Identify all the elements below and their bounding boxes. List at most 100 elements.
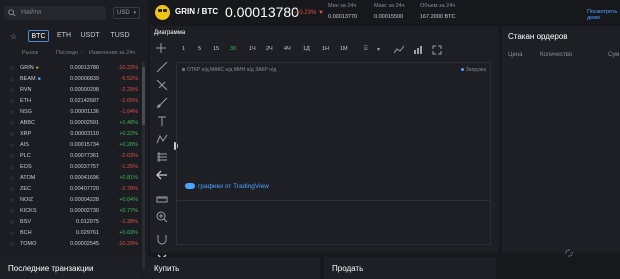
market-row[interactable]: ☆ ABBC 0.00002591 +1.48%: [0, 118, 140, 129]
order-book-panel: Стакан ордеров Цена Количество Сум: [502, 26, 620, 257]
market-symbol: KICKS: [20, 208, 37, 214]
stat-volume-label: Объем за 24ч: [420, 3, 456, 9]
favorites-star-icon[interactable]: ☆: [10, 32, 20, 41]
market-symbol: RVN: [20, 87, 32, 93]
favorite-star-icon[interactable]: ☆: [9, 120, 14, 127]
timeframe-6[interactable]: 4Ч: [284, 46, 291, 52]
market-row[interactable]: ☆ EOS 0.00037757 -1.25%: [0, 162, 140, 173]
view-demo-link[interactable]: Посмотреть демо: [587, 9, 620, 21]
favorite-star-icon[interactable]: ☆: [9, 142, 14, 149]
search-box[interactable]: Найти: [4, 6, 106, 20]
series-visibility-icon[interactable]: [182, 68, 185, 71]
tab-btc[interactable]: BTC: [28, 30, 49, 42]
timeframe-9[interactable]: 1М: [340, 46, 348, 52]
fullscreen-icon[interactable]: [432, 45, 442, 55]
favorite-star-icon[interactable]: ☆: [9, 65, 14, 72]
market-symbol: ABBC: [20, 120, 35, 126]
market-scrollbar[interactable]: [142, 62, 145, 269]
timeframe-2[interactable]: 15: [213, 46, 219, 52]
zoom-in-icon[interactable]: [156, 211, 168, 223]
market-row[interactable]: ☆ NSG 0.00001136 -1.04%: [0, 107, 140, 118]
trend-line-icon[interactable]: [156, 61, 168, 73]
market-row[interactable]: ☆ PLC 0.00077361 -2.03%: [0, 151, 140, 162]
favorite-star-icon[interactable]: ☆: [9, 175, 14, 182]
market-row[interactable]: ☆ BEAM ■ 0.00006839 -5.52%: [0, 74, 140, 85]
market-row[interactable]: ☆ NOIZ 0.00004228 +0.04%: [0, 195, 140, 206]
market-row[interactable]: ☆ ZEC 0.00407720 -2.78%: [0, 184, 140, 195]
timeframe-3[interactable]: 30: [230, 46, 236, 52]
favorite-star-icon[interactable]: ☆: [9, 153, 14, 160]
markets-panel: Найти USD ▾ ☆ BTC ETH USDT TUSD Рынок По…: [0, 0, 148, 279]
crosshair-icon[interactable]: [156, 43, 166, 53]
market-symbol: ETH: [20, 98, 31, 104]
market-change: +0.77%: [119, 208, 138, 214]
stat-high-value: 0.00015500: [374, 14, 404, 20]
favorite-star-icon[interactable]: ☆: [9, 131, 14, 138]
chart-plot-area[interactable]: ОТКР н/д МАКС н/д МИН н/д ЗАКР н/д Загру…: [176, 62, 491, 245]
favorite-star-icon[interactable]: ☆: [9, 241, 14, 248]
tab-usdt[interactable]: USDT: [80, 30, 100, 42]
market-row[interactable]: ☆ RVN 0.00000298 -2.29%: [0, 85, 140, 96]
market-row[interactable]: ☆ TOMO 0.00002545 -10.29%: [0, 239, 140, 250]
favorite-star-icon[interactable]: ☆: [9, 208, 14, 215]
market-symbol: TOMO: [20, 241, 37, 247]
market-row[interactable]: ☆ BSV 0.012975 -1.38%: [0, 217, 140, 228]
favorite-star-icon[interactable]: ☆: [9, 76, 14, 83]
favorite-star-icon[interactable]: ☆: [9, 197, 14, 204]
chart-settings-icon[interactable]: [413, 45, 423, 55]
brush-icon[interactable]: [156, 97, 168, 109]
timeframe-0[interactable]: 1: [182, 46, 185, 52]
market-change: -1.25%: [120, 164, 138, 170]
market-price: 0.00015734: [69, 142, 99, 148]
back-arrow-icon[interactable]: [156, 169, 168, 181]
text-tool-icon[interactable]: [156, 115, 168, 127]
loading-dot-icon: [460, 68, 464, 71]
loading-text: Загрузка: [465, 67, 486, 73]
timeframe-8[interactable]: 1Н: [322, 46, 329, 52]
timeframe-4[interactable]: 1Ч: [249, 46, 256, 52]
favorite-star-icon[interactable]: ☆: [9, 109, 14, 116]
new-badge-icon: ■: [37, 76, 41, 82]
favorite-star-icon[interactable]: ☆: [9, 219, 14, 226]
tab-eth[interactable]: ETH: [56, 30, 72, 42]
market-change: -2.29%: [120, 87, 138, 93]
sell-title: Продать: [332, 264, 364, 273]
candles-type-icon[interactable]: ⌸: [364, 46, 374, 56]
tradingview-link[interactable]: графики от TradingView: [185, 183, 269, 190]
timeframe-7[interactable]: 1Д: [303, 46, 310, 52]
header-change[interactable]: Изменения за 24ч: [89, 50, 135, 56]
tab-tusd[interactable]: TUSD: [110, 30, 130, 42]
timeframe-5[interactable]: 2Ч: [266, 46, 273, 52]
toggle-radio-icon[interactable]: ◌: [80, 50, 83, 56]
stat-low-label: Мин за 24ч: [328, 3, 357, 9]
market-row[interactable]: ☆ ETH 0.02142687 -1.09%: [0, 96, 140, 107]
ticker-header: GRIN / BTC 0.00013780 -10.23% ▼ Мин за 2…: [148, 0, 620, 25]
fib-tool-icon[interactable]: [156, 79, 168, 91]
down-arrow-icon: ▼: [318, 10, 324, 16]
favorite-star-icon[interactable]: ☆: [9, 98, 14, 105]
market-row[interactable]: ☆ ATOM 0.00041696 +0.81%: [0, 173, 140, 184]
favorite-star-icon[interactable]: ☆: [9, 230, 14, 237]
market-row[interactable]: ☆ AIS 0.00015734 +0.28%: [0, 140, 140, 151]
market-row[interactable]: ☆ GRIN ● 0.00013780 -10.23%: [0, 63, 140, 74]
header-last-price[interactable]: Последн: [56, 50, 78, 56]
measure-tool-icon[interactable]: [156, 151, 168, 163]
scrollbar-thumb[interactable]: [142, 67, 145, 125]
favorite-star-icon[interactable]: ☆: [9, 164, 14, 171]
market-row[interactable]: ☆ BCH 0.029761 +0.69%: [0, 228, 140, 239]
header-market[interactable]: Рынок: [22, 50, 38, 56]
magnet-icon[interactable]: [156, 233, 168, 245]
pattern-tool-icon[interactable]: [156, 133, 168, 145]
chart-panel: Диаграмма 1 5 15 30 1Ч 2Ч 4Ч 1Д 1Н 1М ⌸ ▾ ОТКР н/…: [150, 26, 499, 260]
pane-divider[interactable]: [177, 200, 490, 201]
indicators-icon[interactable]: [394, 45, 404, 55]
search-input[interactable]: Найти: [21, 9, 41, 16]
quote-currency-select[interactable]: USD ▾: [113, 7, 140, 19]
timeframe-1[interactable]: 5: [198, 46, 201, 52]
market-row[interactable]: ☆ XRP 0.00003110 +0.22%: [0, 129, 140, 140]
dropdown-arrow-icon[interactable]: ▾: [377, 46, 387, 56]
favorite-star-icon[interactable]: ☆: [9, 186, 14, 193]
favorite-star-icon[interactable]: ☆: [9, 87, 14, 94]
ruler-icon[interactable]: [156, 193, 168, 205]
market-row[interactable]: ☆ KICKS 0.00002730 +0.77%: [0, 206, 140, 217]
